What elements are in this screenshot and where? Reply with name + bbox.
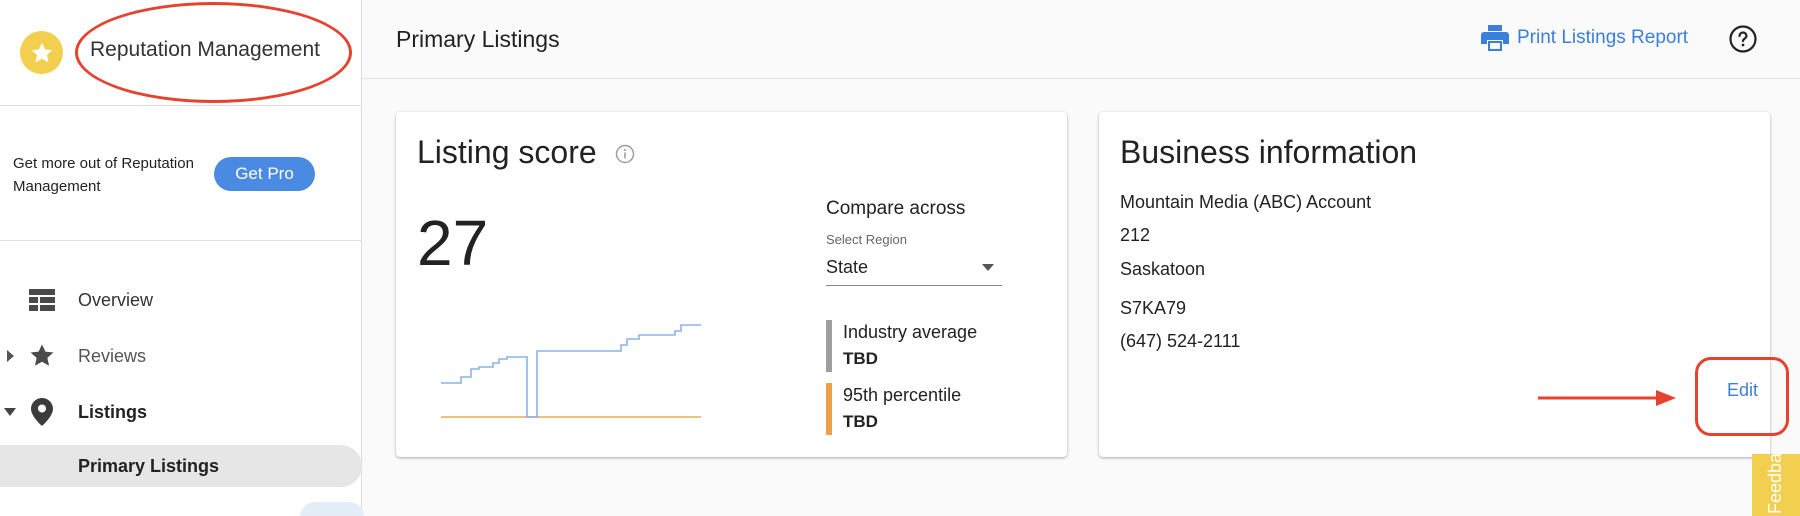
brand-header: Reputation Management: [0, 0, 361, 106]
legend-name: Industry average: [843, 322, 978, 342]
sidebar-item-listings[interactable]: Listings: [0, 390, 362, 434]
location-pin-icon: [28, 398, 56, 426]
page-header: Primary Listings Print Listings Report: [363, 0, 1800, 79]
feedback-label: Feedback: [1765, 454, 1785, 514]
listing-score-value: 27: [417, 207, 489, 279]
sidebar-item-label: Reviews: [78, 345, 147, 366]
legend-industry-average: Industry average TBD: [826, 320, 1026, 374]
region-select[interactable]: State: [826, 254, 1002, 286]
select-region-label: Select Region: [826, 232, 907, 247]
sidebar-item-reviews[interactable]: Reviews: [0, 334, 362, 378]
chat-bubble[interactable]: [300, 502, 364, 516]
legend-name: 95th percentile: [843, 385, 962, 405]
region-select-value: State: [826, 257, 869, 277]
info-icon[interactable]: [615, 144, 635, 164]
overview-icon: [28, 286, 56, 314]
compare-across-label: Compare across: [826, 198, 966, 219]
feedback-tab[interactable]: Feedback: [1752, 454, 1800, 516]
app-title: Reputation Management: [90, 38, 320, 61]
caret-right-icon[interactable]: [3, 349, 17, 363]
get-pro-button[interactable]: Get Pro: [214, 157, 315, 191]
business-information-title: Business information: [1120, 134, 1418, 170]
edit-business-button[interactable]: Edit: [1727, 380, 1758, 401]
listing-score-sparkline: [441, 324, 701, 418]
printer-icon: [1481, 24, 1509, 52]
star-icon[interactable]: [20, 31, 63, 74]
sidebar-item-label: Overview: [78, 289, 154, 310]
business-phone: (647) 524-2111: [1120, 331, 1241, 351]
page-title: Primary Listings: [396, 26, 560, 52]
dropdown-caret-icon: [982, 264, 994, 271]
legend-swatch: [826, 383, 832, 435]
sidebar-item-label: Primary Listings: [78, 455, 220, 476]
sidebar-item-primary-listings[interactable]: Primary Listings: [0, 445, 362, 487]
sidebar-item-overview[interactable]: Overview: [0, 278, 362, 322]
sidebar-item-label: Listings: [78, 401, 148, 422]
print-listings-report-button[interactable]: Print Listings Report: [1481, 24, 1688, 52]
business-city: Saskatoon: [1120, 259, 1206, 279]
legend-95th-percentile: 95th percentile TBD: [826, 383, 1026, 437]
promo-panel: Get more out of Reputation Management Ge…: [0, 106, 361, 241]
legend-value: TBD: [843, 412, 878, 431]
caret-down-icon[interactable]: [3, 405, 17, 419]
promo-text: Get more out of Reputation Management: [13, 155, 194, 195]
legend-value: TBD: [843, 349, 878, 368]
business-postal-code: S7KA79: [1120, 298, 1187, 318]
listing-score-title: Listing score: [417, 134, 597, 170]
help-icon[interactable]: [1728, 24, 1758, 54]
legend-swatch: [826, 320, 832, 372]
annotation-arrow: [1538, 390, 1676, 406]
business-address-line: 212: [1120, 225, 1151, 245]
star-icon: [28, 342, 56, 370]
business-name: Mountain Media (ABC) Account: [1120, 192, 1372, 212]
listing-score-card: Listing score 27 Compare across Select R…: [396, 112, 1067, 457]
sidebar: Reputation Management Get more out of Re…: [0, 0, 364, 516]
print-label: Print Listings Report: [1517, 27, 1689, 48]
